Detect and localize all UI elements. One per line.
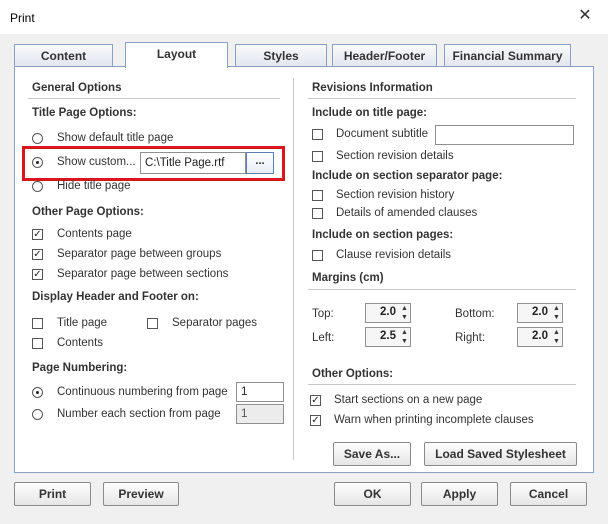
- cancel-button[interactable]: Cancel: [510, 482, 587, 506]
- section-rev-details-label: Section revision details: [336, 150, 454, 162]
- tab-header-footer[interactable]: Header/Footer: [332, 44, 437, 66]
- hide-title-radio[interactable]: [32, 181, 43, 192]
- left-margin-value: 2.5: [380, 330, 396, 342]
- clause-rev-details-checkbox[interactable]: [312, 250, 323, 261]
- revisions-info-heading: Revisions Information: [312, 82, 433, 94]
- spin-up-icon[interactable]: ▲: [551, 304, 562, 313]
- left-margin-spinner[interactable]: 2.5 ▲ ▼: [365, 327, 411, 347]
- section-rule: [308, 384, 576, 385]
- general-options-heading: General Options: [32, 82, 122, 94]
- continuous-label: Continuous numbering from page: [57, 386, 228, 398]
- left-margin-label: Left:: [312, 332, 335, 344]
- load-stylesheet-button[interactable]: Load Saved Stylesheet: [424, 442, 577, 466]
- spin-up-icon[interactable]: ▲: [551, 328, 562, 337]
- clause-rev-details-label: Clause revision details: [336, 249, 452, 261]
- doc-subtitle-input[interactable]: [435, 125, 574, 145]
- sep-groups-checkbox[interactable]: ✓: [32, 249, 43, 260]
- title-bar: [0, 0, 608, 34]
- hide-title-label: Hide title page: [57, 180, 131, 192]
- tab-layout[interactable]: Layout: [125, 42, 228, 68]
- section-rule: [308, 289, 576, 290]
- right-margin-label: Right:: [455, 332, 486, 344]
- spin-down-icon[interactable]: ▼: [399, 313, 410, 322]
- right-margin-spinner[interactable]: 2.0 ▲ ▼: [517, 327, 563, 347]
- sep-groups-label: Separator page between groups: [57, 248, 222, 260]
- hf-separator-checkbox[interactable]: [147, 318, 158, 329]
- start-sections-checkbox[interactable]: ✓: [310, 395, 321, 406]
- tab-styles[interactable]: Styles: [235, 44, 327, 66]
- include-title-heading: Include on title page:: [312, 107, 428, 119]
- section-rule: [308, 98, 576, 99]
- hf-contents-checkbox[interactable]: [32, 338, 43, 349]
- ok-button[interactable]: OK: [334, 482, 411, 506]
- close-icon[interactable]: ✕: [576, 7, 594, 25]
- section-rev-history-label: Section revision history: [336, 189, 455, 201]
- other-page-options-heading: Other Page Options:: [32, 206, 144, 218]
- save-as-button[interactable]: Save As...: [333, 442, 411, 466]
- highlight-box: [22, 146, 285, 181]
- continuous-radio[interactable]: [32, 387, 43, 398]
- warn-incomplete-label: Warn when printing incomplete clauses: [334, 414, 534, 426]
- amended-clauses-label: Details of amended clauses: [336, 207, 478, 219]
- contents-page-label: Contents page: [57, 228, 132, 240]
- sep-sections-label: Separator page between sections: [57, 268, 229, 280]
- contents-page-checkbox[interactable]: ✓: [32, 229, 43, 240]
- spin-down-icon[interactable]: ▼: [551, 313, 562, 322]
- apply-button[interactable]: Apply: [421, 482, 498, 506]
- doc-subtitle-label: Document subtitle: [336, 128, 429, 140]
- amended-clauses-checkbox[interactable]: [312, 208, 323, 219]
- display-hf-heading: Display Header and Footer on:: [32, 291, 199, 303]
- bottom-margin-value: 2.0: [532, 306, 548, 318]
- section-rev-details-checkbox[interactable]: [312, 151, 323, 162]
- title-page-options-heading: Title Page Options:: [32, 107, 137, 119]
- hf-contents-label: Contents: [57, 337, 104, 349]
- each-section-start-input[interactable]: [236, 404, 284, 424]
- continuous-start-input[interactable]: [236, 382, 284, 402]
- tab-financial-summary[interactable]: Financial Summary: [444, 44, 571, 66]
- each-section-label: Number each section from page: [57, 408, 221, 420]
- spin-down-icon[interactable]: ▼: [399, 337, 410, 346]
- preview-button[interactable]: Preview: [103, 482, 179, 506]
- include-separator-heading: Include on section separator page:: [312, 170, 503, 182]
- column-divider: [293, 78, 294, 460]
- bottom-margin-spinner[interactable]: 2.0 ▲ ▼: [517, 303, 563, 323]
- hf-title-page-checkbox[interactable]: [32, 318, 43, 329]
- doc-subtitle-checkbox[interactable]: [312, 129, 323, 140]
- show-default-radio[interactable]: [32, 133, 43, 144]
- sep-sections-checkbox[interactable]: ✓: [32, 269, 43, 280]
- spin-up-icon[interactable]: ▲: [399, 304, 410, 313]
- spin-down-icon[interactable]: ▼: [551, 337, 562, 346]
- hf-separator-label: Separator pages: [172, 317, 258, 329]
- warn-incomplete-checkbox[interactable]: ✓: [310, 415, 321, 426]
- top-margin-value: 2.0: [380, 306, 396, 318]
- window-title: Print: [10, 11, 35, 25]
- start-sections-label: Start sections on a new page: [334, 394, 483, 406]
- section-rule: [28, 98, 280, 99]
- margins-heading: Margins (cm): [312, 272, 384, 284]
- include-section-heading: Include on section pages:: [312, 229, 454, 241]
- bottom-margin-label: Bottom:: [455, 308, 495, 320]
- tab-content[interactable]: Content: [14, 44, 113, 66]
- spin-up-icon[interactable]: ▲: [399, 328, 410, 337]
- each-section-radio[interactable]: [32, 409, 43, 420]
- show-default-label: Show default title page: [57, 132, 174, 144]
- print-button[interactable]: Print: [14, 482, 91, 506]
- section-rev-history-checkbox[interactable]: [312, 190, 323, 201]
- right-margin-value: 2.0: [532, 330, 548, 342]
- top-margin-label: Top:: [312, 308, 334, 320]
- other-options-heading: Other Options:: [312, 368, 394, 380]
- page-numbering-heading: Page Numbering:: [32, 362, 128, 374]
- top-margin-spinner[interactable]: 2.0 ▲ ▼: [365, 303, 411, 323]
- hf-title-page-label: Title page: [57, 317, 108, 329]
